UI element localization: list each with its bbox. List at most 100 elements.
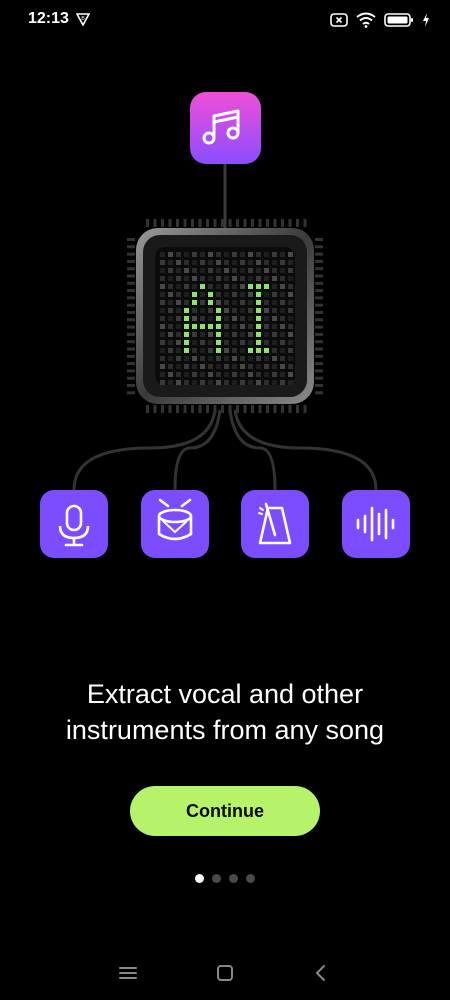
chip-pixel: [272, 252, 277, 257]
chip-pin: [206, 219, 209, 227]
chip-pixel: [176, 380, 181, 385]
chip-pixel: [208, 348, 213, 353]
chip-pixel: [192, 260, 197, 265]
chip-pin: [296, 405, 299, 413]
chip-pixel: [184, 300, 189, 305]
chip-pixel: [272, 308, 277, 313]
chip-pixel: [232, 276, 237, 281]
chip-pixel: [280, 332, 285, 337]
chip-pixel: [184, 316, 189, 321]
chip-pixel: [216, 268, 221, 273]
chip-pixel: [176, 276, 181, 281]
chip-pixel: [224, 332, 229, 337]
chip-pin: [153, 405, 157, 413]
chip-pin: [315, 274, 323, 278]
chip-pixel: [232, 268, 237, 273]
chip-pixel: [216, 332, 221, 337]
chip-pixel: [272, 324, 277, 329]
chip-pixel: [232, 260, 237, 265]
chip-pixel: [240, 268, 245, 273]
chip-pixel: [256, 268, 261, 273]
page-dot-1[interactable]: [195, 874, 204, 883]
home-square-icon: [217, 965, 233, 981]
chip-pin: [315, 332, 323, 336]
chip-pixel: [176, 348, 181, 353]
chip-pin: [161, 219, 164, 227]
menu-icon: [119, 967, 137, 979]
chip-pixel: [280, 276, 285, 281]
chip-pixel: [200, 356, 205, 361]
chip-pixel: [256, 308, 261, 313]
chip-pixel: [192, 332, 197, 337]
page-dot-4[interactable]: [246, 874, 255, 883]
chip-pixel: [264, 268, 269, 273]
chip-pixel: [208, 284, 213, 289]
ai-illustration: [40, 92, 410, 558]
onboarding-headline: Extract vocal and other instruments from…: [0, 676, 450, 748]
chip-pixel: [224, 276, 229, 281]
chip-pixel: [192, 276, 197, 281]
chip-pixel: [160, 340, 165, 345]
chip-pixel: [208, 356, 213, 361]
chip-pin: [153, 219, 157, 227]
chip-pixel: [264, 332, 269, 337]
chip-pin: [273, 219, 277, 227]
chip-pin: [303, 405, 307, 413]
chip-pixel: [208, 372, 213, 377]
microphone-icon: [40, 490, 108, 558]
page-dot-2[interactable]: [212, 874, 221, 883]
chip-pixel: [224, 300, 229, 305]
page-dot-3[interactable]: [229, 874, 238, 883]
chip-pixel: [216, 260, 221, 265]
chip-pixel: [168, 276, 173, 281]
menu-button[interactable]: [110, 955, 146, 991]
chip-pin: [315, 245, 323, 249]
chip-pixel: [264, 308, 269, 313]
chip-pin: [228, 405, 232, 413]
chip-pixel: [280, 260, 285, 265]
chip-pixel: [256, 292, 261, 297]
chip-pixel: [288, 364, 293, 369]
chip-pixel: [240, 284, 245, 289]
continue-button[interactable]: Continue: [130, 786, 320, 836]
chip-pixel: [248, 276, 253, 281]
home-button[interactable]: [207, 955, 243, 991]
chip-pixel: [176, 356, 181, 361]
chip-pixels: [160, 252, 293, 385]
chip-pixel: [200, 348, 205, 353]
chip-pixel: [176, 292, 181, 297]
chip-pin: [127, 245, 135, 249]
chip-pin: [288, 219, 292, 227]
chip-pin: [127, 347, 135, 351]
back-button[interactable]: [302, 955, 338, 991]
chip-pin: [127, 340, 135, 344]
chip-pixel: [216, 308, 221, 313]
chip-pixel: [248, 356, 253, 361]
chip-pixel: [264, 260, 269, 265]
chip-pixel: [168, 268, 173, 273]
chip-pixel: [288, 372, 293, 377]
chip-pin: [281, 219, 284, 227]
chip-pin: [168, 405, 172, 413]
chip-pixel: [216, 348, 221, 353]
wave-connector-line: [233, 409, 378, 491]
chip-pin: [258, 405, 262, 413]
chip-pixel: [280, 340, 285, 345]
chip-pin: [266, 219, 269, 227]
chip-pixel: [264, 356, 269, 361]
chip-pixel: [264, 380, 269, 385]
chip-pixel: [224, 340, 229, 345]
chip-pixel: [160, 252, 165, 257]
chip-pixel: [280, 268, 285, 273]
chip-pin: [251, 405, 254, 413]
chip-pixel: [232, 316, 237, 321]
chip-pin: [315, 289, 323, 293]
chip-pin: [146, 219, 149, 227]
chip-pin: [127, 369, 135, 373]
chip-pixel: [160, 356, 165, 361]
chip-pin: [315, 281, 323, 285]
chip-pin: [213, 405, 217, 413]
chip-pixel: [192, 252, 197, 257]
chip-pixel: [248, 380, 253, 385]
chip-pixel: [216, 316, 221, 321]
